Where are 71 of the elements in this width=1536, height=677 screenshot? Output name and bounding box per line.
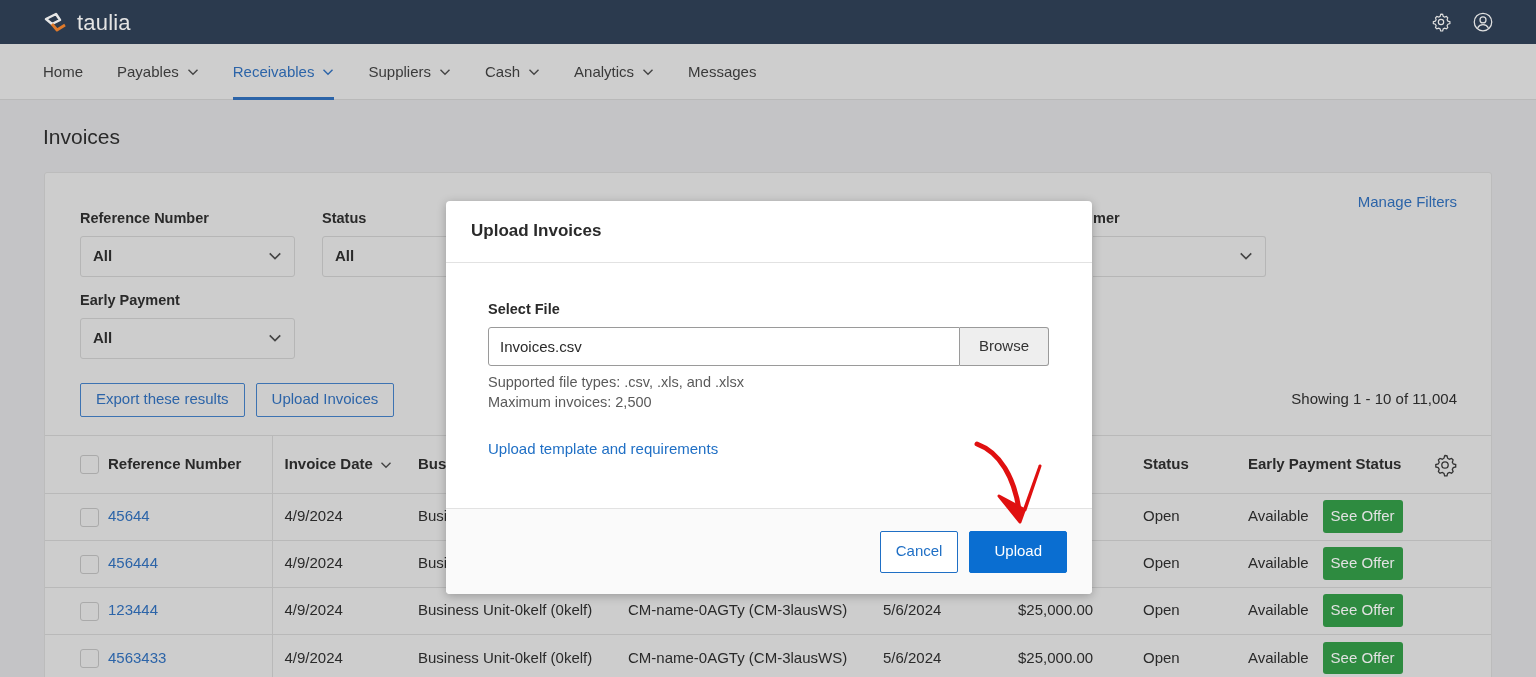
table-cell: 4/9/2024 [284,648,343,666]
table-cell: Busi [418,554,448,572]
reference-link[interactable]: 456444 [108,554,159,572]
table-cell: Busi [418,507,448,525]
row-checkbox[interactable] [80,507,99,527]
table-cell: CM-name-0AGTy (CM-3lausWS) [628,601,848,619]
table-cell: Business Unit-0kelf (0kelf) [418,648,593,666]
table-cell: Open [1143,554,1180,572]
column-header: Reference Number [108,454,242,472]
table-cell: $25,000.00 [1018,601,1094,619]
filter-label: Status [322,209,368,229]
table-cell: $25,000.00 [1018,648,1094,666]
nav-tab[interactable]: Suppliers [368,43,451,100]
settings-icon[interactable] [1433,452,1457,477]
filter-dropdown[interactable]: All [80,235,295,277]
select-all-checkbox[interactable] [80,455,99,475]
table-cell: 5/6/2024 [883,648,942,666]
settings-icon[interactable] [1431,12,1451,32]
table-cell: Open [1143,507,1180,525]
status-text: Available [1248,554,1309,572]
help-text: Maximum invoices: 2,500 [488,392,653,412]
see-offer-button[interactable]: See Offer [1322,594,1403,627]
column-header: Status [1143,454,1189,472]
filter-label: Reference Number [80,209,210,229]
column-header[interactable]: Invoice Date [284,454,373,472]
row-checkbox[interactable] [80,554,99,574]
nav-tab[interactable]: Analytics [574,43,655,100]
file-input-field[interactable]: Invoices.csv [488,326,960,366]
see-offer-button[interactable]: See Offer [1322,641,1403,675]
reference-link[interactable]: 4563433 [108,648,167,666]
cancel-button[interactable]: Cancel [879,530,959,573]
template-link[interactable]: Upload template and requirements [488,437,719,461]
table-cell: 4/9/2024 [284,554,343,572]
see-offer-button[interactable]: See Offer [1322,500,1403,533]
logo-text: taulia [77,8,131,37]
help-text: Supported file types: .csv, .xls, and .xlsx [488,372,745,392]
column-header: Early Payment Status [1248,454,1402,472]
status-text: Available [1248,507,1309,525]
nav-tab[interactable]: Payables [117,43,199,100]
status-text: Available [1248,648,1309,666]
filter-label: Early Payment [80,290,181,310]
column-header: Bus [418,454,447,472]
results-count: Showing 1 - 10 of 11,004 [1291,389,1457,410]
table-cell: 5/6/2024 [883,601,942,619]
table-cell: Open [1143,648,1180,666]
table-cell: Business Unit-0kelf (0kelf) [418,601,593,619]
row-checkbox[interactable] [80,649,99,669]
table-cell: 4/9/2024 [284,507,343,525]
user-icon[interactable] [1473,12,1493,32]
browse-button[interactable]: Browse [960,326,1049,366]
nav-tab[interactable]: Receivables [232,43,335,100]
reference-link[interactable]: 45644 [108,507,150,525]
nav-tab[interactable]: Home [43,43,83,100]
status-text: Available [1248,601,1309,619]
table-cell: Open [1143,601,1180,619]
table-cell: 4/9/2024 [284,601,343,619]
reference-link[interactable]: 123444 [108,601,159,619]
action-button[interactable]: Export these results [80,382,245,417]
page-title: Invoices [43,124,122,150]
row-checkbox[interactable] [80,601,99,621]
upload-button[interactable]: Upload [969,530,1067,573]
filter-dropdown[interactable] [1093,235,1266,277]
action-button[interactable]: Upload Invoices [255,382,395,417]
nav-tab[interactable]: Messages [688,43,757,100]
filter-label: mer [1093,209,1121,229]
see-offer-button[interactable]: See Offer [1322,547,1403,580]
nav-tab[interactable]: Cash [485,43,541,100]
field-label: Select File [488,300,561,319]
table-cell: CM-name-0AGTy (CM-3lausWS) [628,648,848,666]
filter-dropdown[interactable]: All [80,317,295,359]
manage-filters-link[interactable]: Manage Filters [1357,191,1457,214]
